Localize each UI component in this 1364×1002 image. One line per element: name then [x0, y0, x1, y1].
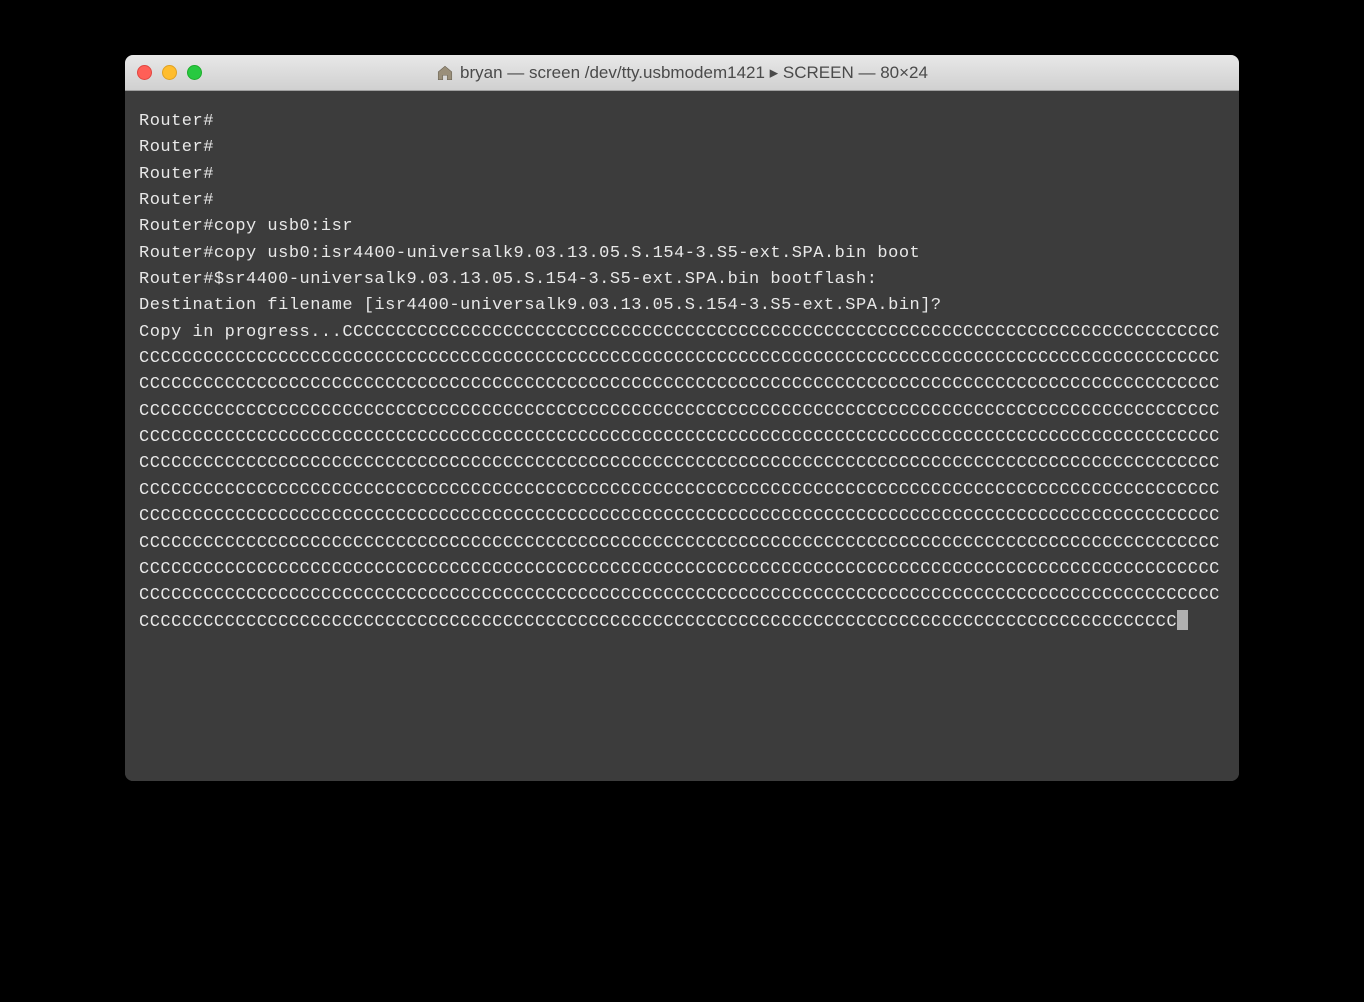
terminal-output: Router# Router# Router# Router# Router#c… — [139, 109, 1225, 636]
terminal-text: Router# Router# Router# Router# Router#c… — [139, 112, 1220, 632]
title-container: bryan — screen /dev/tty.usbmodem1421 ▸ S… — [125, 63, 1239, 83]
terminal-window: bryan — screen /dev/tty.usbmodem1421 ▸ S… — [125, 55, 1239, 781]
traffic-lights — [137, 65, 202, 80]
title-bar[interactable]: bryan — screen /dev/tty.usbmodem1421 ▸ S… — [125, 55, 1239, 91]
maximize-button[interactable] — [187, 65, 202, 80]
minimize-button[interactable] — [162, 65, 177, 80]
cursor — [1177, 610, 1188, 630]
terminal-body[interactable]: Router# Router# Router# Router# Router#c… — [125, 91, 1239, 781]
close-button[interactable] — [137, 65, 152, 80]
window-title: bryan — screen /dev/tty.usbmodem1421 ▸ S… — [460, 63, 928, 83]
home-icon — [436, 64, 454, 82]
